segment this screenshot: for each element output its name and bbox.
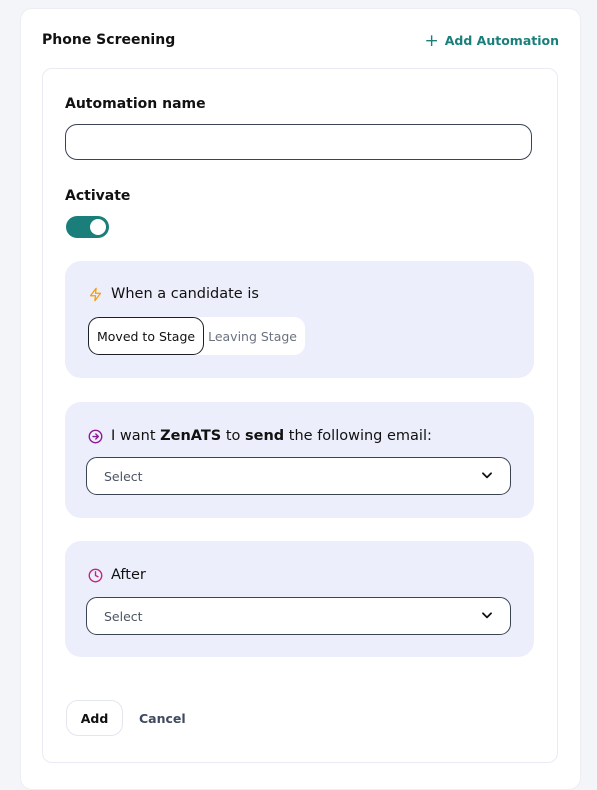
trigger-panel: When a candidate is Moved to Stage Leavi…: [65, 261, 534, 378]
automation-name-label: Automation name: [65, 96, 206, 112]
plus-icon: +: [424, 30, 439, 51]
email-panel: I want ZenATS to send the following emai…: [65, 402, 534, 518]
delay-panel: After Select: [65, 541, 534, 657]
trigger-heading-text: When a candidate is: [111, 286, 259, 302]
automation-card: Phone Screening + Add Automation Automat…: [20, 8, 581, 790]
clock-icon: [88, 568, 103, 583]
trigger-heading: When a candidate is: [88, 286, 259, 302]
trigger-segmented-control: Moved to Stage Leaving Stage: [88, 317, 305, 355]
email-select-value: Select: [104, 468, 143, 484]
toggle-knob: [90, 219, 106, 235]
add-automation-button[interactable]: + Add Automation: [424, 30, 559, 51]
delay-heading-text: After: [111, 567, 146, 583]
automation-name-input[interactable]: [65, 124, 532, 160]
arrow-circle-icon: [88, 429, 103, 444]
cancel-button[interactable]: Cancel: [139, 711, 186, 726]
activate-toggle[interactable]: [66, 216, 109, 238]
activate-label: Activate: [65, 188, 131, 204]
option-leaving-stage[interactable]: Leaving Stage: [204, 317, 305, 355]
add-automation-label: Add Automation: [444, 33, 559, 48]
delay-heading: After: [88, 567, 146, 583]
option-moved-to-stage[interactable]: Moved to Stage: [88, 317, 205, 355]
delay-select[interactable]: Select: [86, 597, 511, 635]
email-heading: I want ZenATS to send the following emai…: [88, 428, 432, 444]
delay-select-value: Select: [104, 608, 143, 624]
chevron-down-icon: [480, 468, 494, 485]
stage-title: Phone Screening: [42, 32, 176, 48]
email-template-select[interactable]: Select: [86, 457, 511, 495]
bolt-icon: [88, 287, 103, 302]
automation-form: Automation name Activate When a candidat…: [42, 68, 558, 763]
email-heading-text: I want ZenATS to send the following emai…: [111, 428, 432, 444]
add-button[interactable]: Add: [66, 700, 123, 736]
chevron-down-icon: [480, 608, 494, 625]
